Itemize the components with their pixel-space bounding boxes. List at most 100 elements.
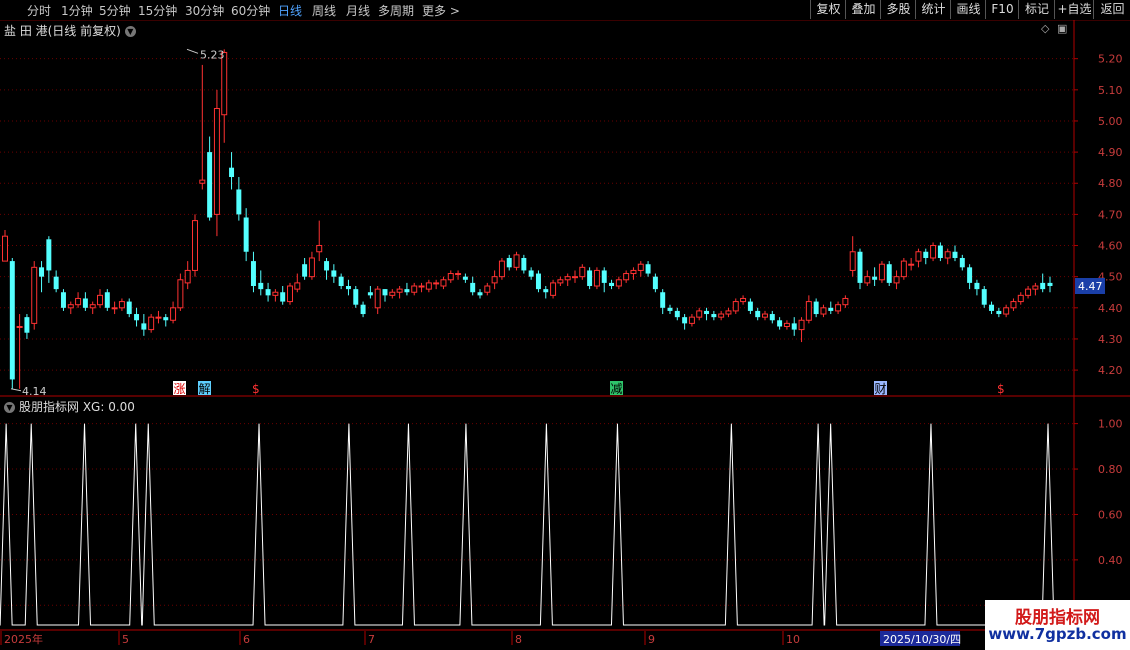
candle-body-down [777, 320, 783, 327]
candle-body-up [484, 285, 491, 293]
candle-body-down [645, 264, 651, 274]
candle-body-up [725, 310, 732, 315]
candle-body-down [9, 261, 15, 380]
candle-body-up [498, 260, 505, 278]
candle-body-down [353, 289, 359, 305]
price-tick-label: 4.70 [1098, 208, 1123, 221]
candle-body-up [2, 235, 8, 262]
event-marker: $ [252, 382, 260, 396]
chart-canvas[interactable]: 5.205.105.004.904.804.704.604.504.404.30… [0, 0, 1130, 650]
candle-body-up [835, 304, 842, 312]
high-price-label: 5.23 [200, 48, 225, 61]
candle-body-up [572, 276, 578, 279]
candle-body-up [915, 251, 922, 262]
candle-body-up [688, 316, 695, 324]
candle-body-down [952, 251, 958, 258]
candle-body-up [118, 301, 125, 309]
xg-signal-line [0, 423, 1074, 626]
candle-body-down [1040, 282, 1046, 290]
candle-body-up [184, 269, 191, 284]
candle-body-down [543, 289, 549, 293]
candle-body-up [820, 307, 827, 315]
candle-body-up [287, 285, 293, 303]
current-price-tag: 4.47 [1078, 280, 1103, 293]
candle-body-down [367, 292, 373, 296]
candle-body-down [747, 301, 753, 311]
candle-body-up [593, 269, 600, 287]
candle-body-down [506, 257, 512, 268]
candle-body-up [447, 273, 454, 281]
candle-body-down [462, 276, 468, 280]
candle-body-up [418, 285, 425, 288]
candle-body-up [374, 288, 381, 309]
candle-body-up [805, 301, 812, 321]
candle-body-down [989, 304, 995, 311]
candle-body-down [923, 251, 929, 258]
candle-body-up [97, 294, 103, 306]
candle-body-up [1025, 288, 1032, 296]
candle-body-up [1017, 294, 1024, 303]
candle-body-up [696, 310, 703, 318]
candle-body-down [521, 257, 527, 271]
candle-body-down [755, 310, 761, 318]
candle-body-down [974, 282, 980, 290]
candle-body-down [769, 314, 775, 321]
candle-body-up [798, 319, 805, 331]
candle-body-down [996, 310, 1002, 315]
candle-body-up [221, 51, 228, 116]
indicator-tick-label: 1.00 [1098, 418, 1123, 431]
event-marker: 财 [875, 382, 887, 396]
candle-body-down [324, 261, 330, 271]
candle-body-up [930, 245, 937, 259]
price-tick-label: 4.40 [1098, 302, 1123, 315]
price-tick-label: 4.20 [1098, 364, 1123, 377]
candle-body-down [243, 217, 249, 252]
price-tick-label: 4.30 [1098, 333, 1123, 346]
candle-body-up [740, 297, 747, 303]
candle-body-up [31, 266, 38, 324]
candle-body-up [272, 291, 279, 296]
price-tick-label: 5.10 [1098, 84, 1123, 97]
candle-body-up [637, 263, 644, 271]
candle-body-down [141, 323, 147, 330]
candle-body-down [258, 282, 264, 290]
candle-body-up [564, 276, 571, 281]
candle-body-up [440, 279, 447, 287]
candle-body-down [338, 276, 344, 287]
indicator-tick-label: 0.60 [1098, 508, 1123, 521]
candle-body-down [134, 314, 140, 321]
candle-body-down [660, 292, 666, 308]
event-marker: $ [997, 382, 1005, 396]
candle-body-down [528, 270, 534, 277]
candle-body-up [396, 288, 403, 293]
candle-body-up [425, 282, 432, 290]
candle-body-down [872, 276, 878, 280]
candle-body-down [587, 270, 593, 287]
candle-body-up [89, 304, 96, 309]
candle-body-up [111, 307, 118, 310]
candle-body-down [959, 257, 965, 268]
candle-body-down [60, 292, 66, 308]
candle-body-up [1003, 307, 1010, 315]
price-tick-label: 5.20 [1098, 53, 1123, 66]
candle-body-down [711, 314, 717, 318]
date-label: 10 [786, 633, 800, 646]
candle-body-up [732, 301, 739, 312]
candle-body-up [623, 273, 630, 281]
candle-body-down [126, 301, 132, 315]
candle-body-down [302, 264, 308, 277]
candle-body-down [360, 304, 366, 315]
event-marker: 涨 [174, 381, 186, 396]
candle-body-up [170, 307, 177, 321]
candle-body-up [75, 297, 82, 306]
candle-body-down [345, 286, 351, 290]
candle-body-up [615, 279, 622, 287]
candle-body-down [813, 301, 819, 315]
event-marker: 减 [611, 382, 623, 396]
candle-body-up [177, 279, 184, 309]
candle-body-down [682, 317, 688, 324]
candle-body-up [718, 313, 725, 318]
date-label: 6 [243, 633, 250, 646]
candle-body-up [864, 276, 871, 284]
candle-body-down [404, 289, 410, 293]
